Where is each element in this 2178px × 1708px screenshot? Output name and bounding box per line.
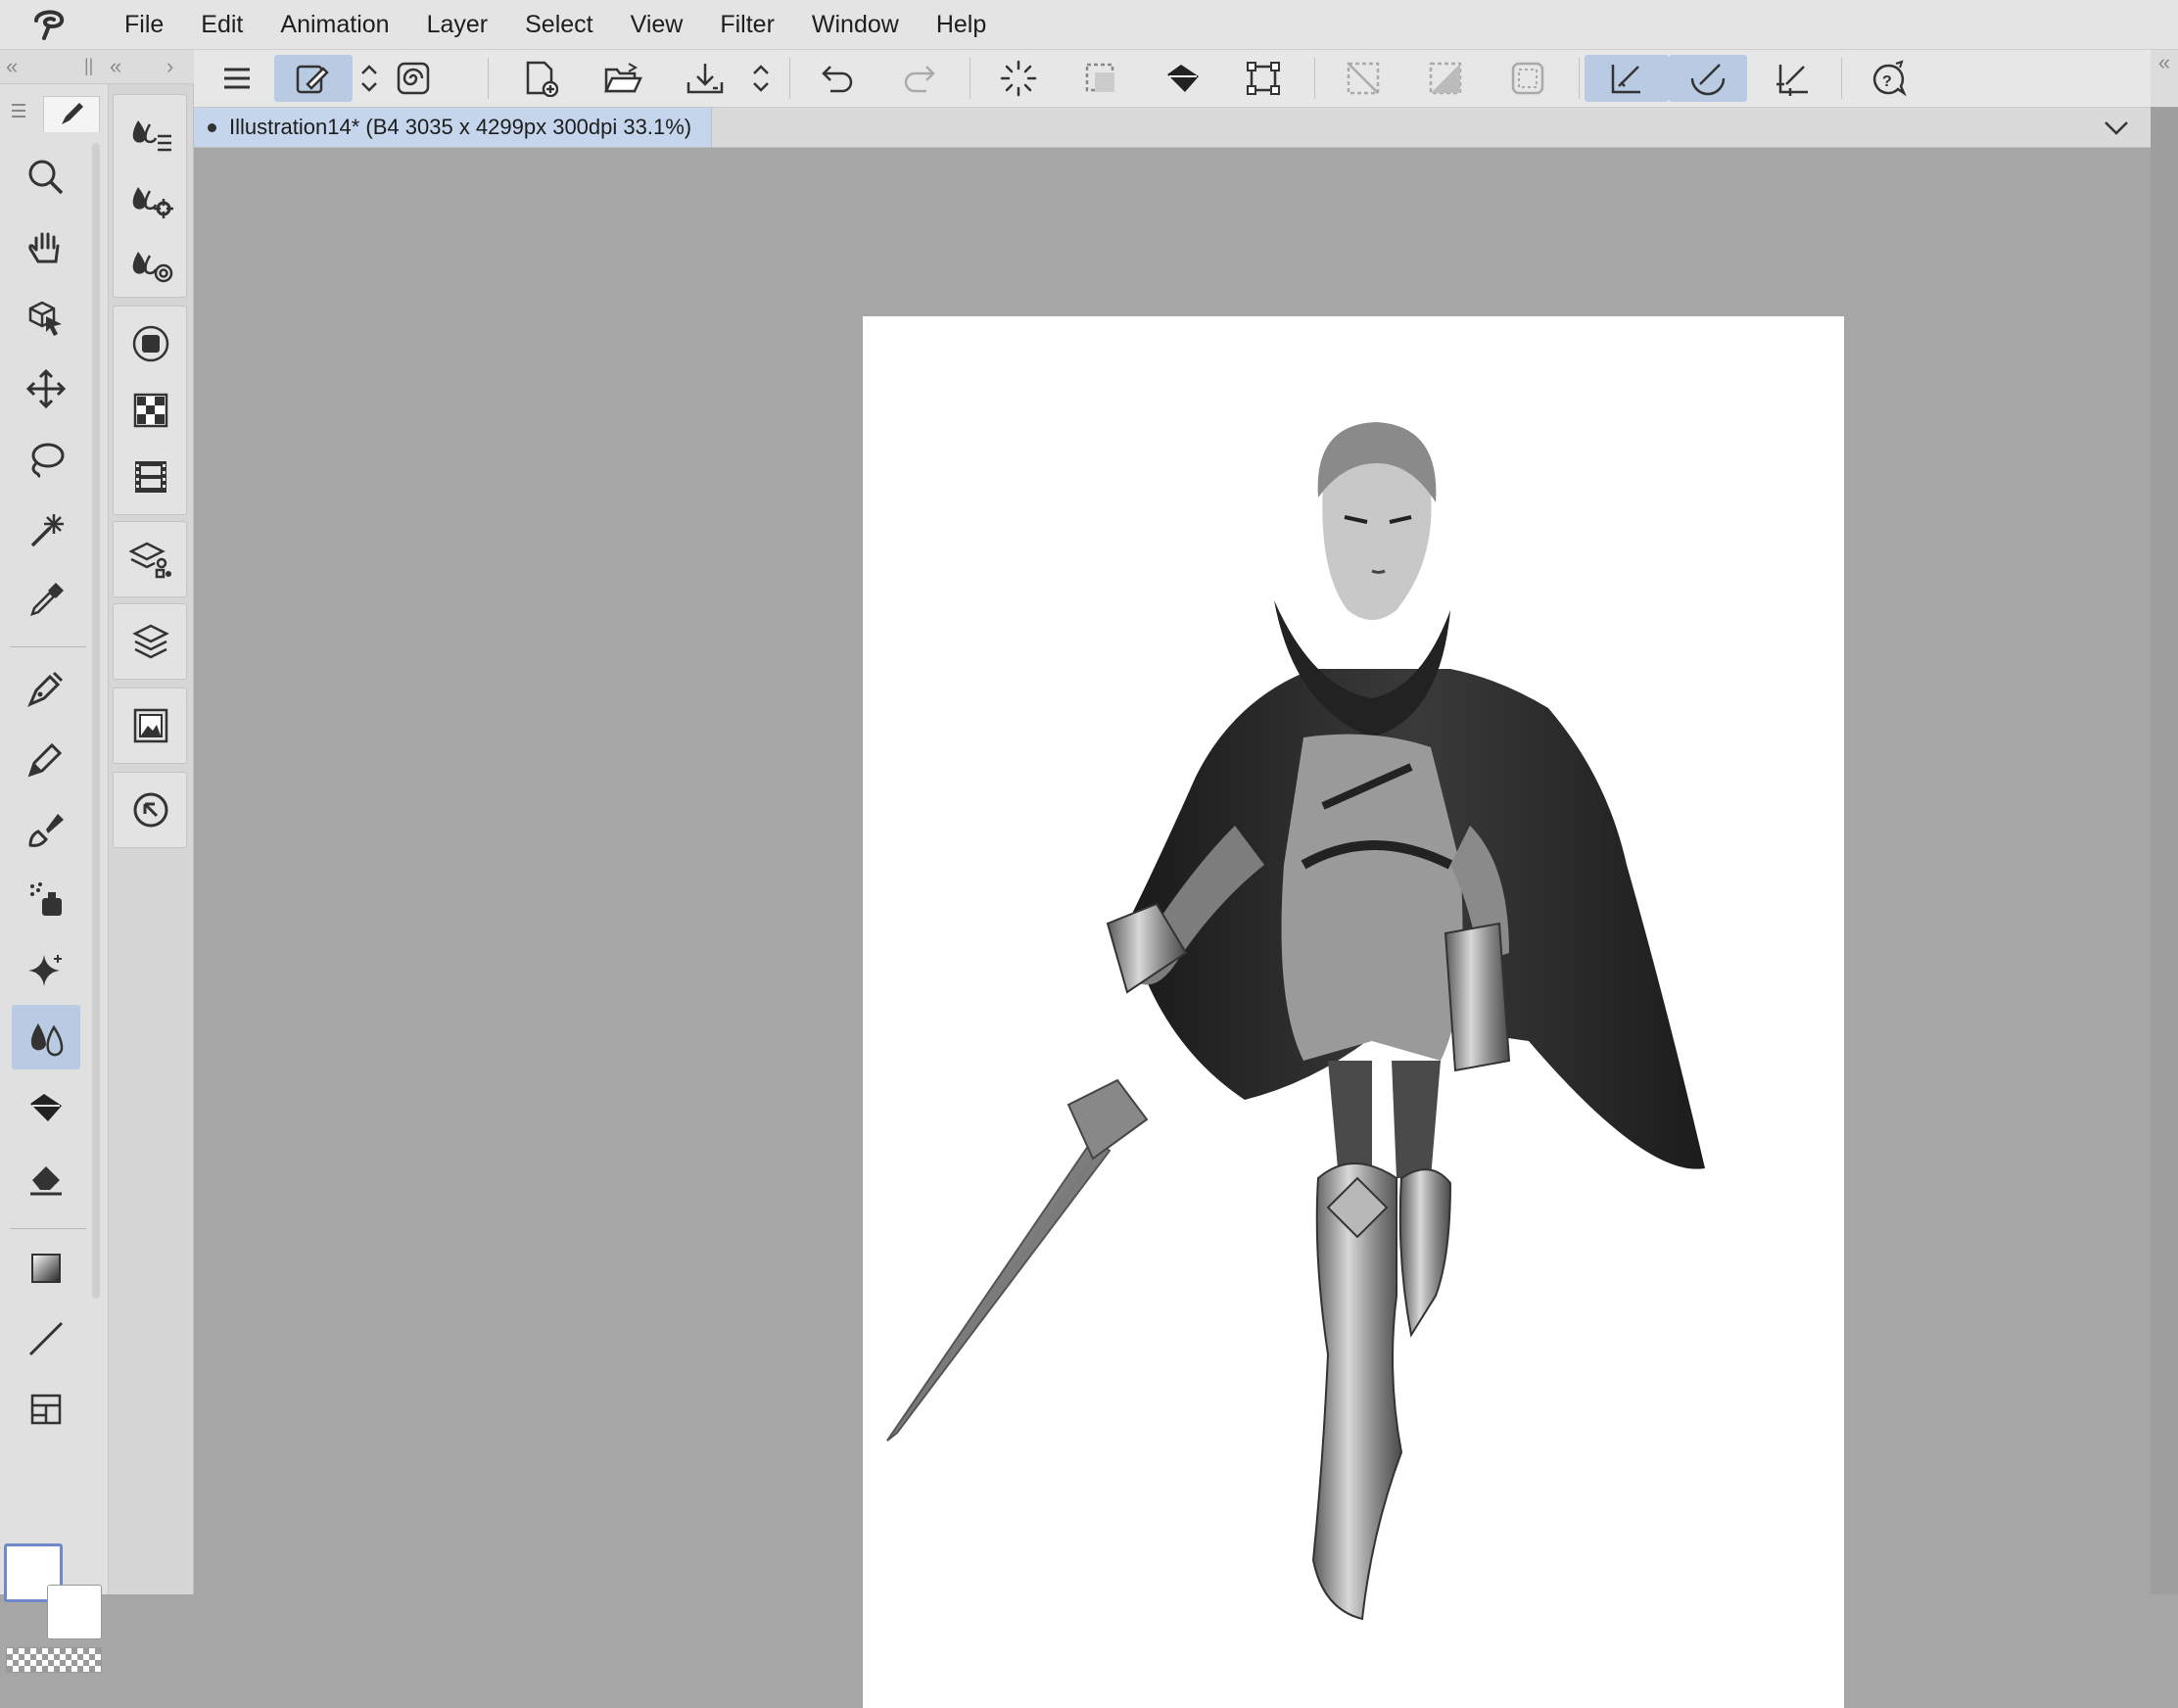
animation-timeline-icon[interactable] xyxy=(125,451,176,502)
palette-group-5 xyxy=(113,772,187,848)
move-icon[interactable] xyxy=(12,356,80,421)
document-tab-title: Illustration14* (B4 3035 x 4299px 300dpi… xyxy=(229,115,692,139)
svg-text:?: ? xyxy=(1882,73,1892,90)
hide-selection-icon[interactable] xyxy=(1340,55,1387,102)
command-bar: ? xyxy=(194,50,2151,108)
blend-target-icon[interactable] xyxy=(125,238,176,289)
palette-collapse-strip: « || « › xyxy=(0,50,194,84)
color-set-icon[interactable] xyxy=(125,385,176,436)
blend-icon[interactable] xyxy=(12,1005,80,1069)
palette-grip-icon[interactable]: || xyxy=(84,56,93,76)
eyedropper-icon[interactable] xyxy=(12,568,80,633)
redo-icon[interactable] xyxy=(895,55,942,102)
brush-icon[interactable] xyxy=(12,797,80,862)
snap-ruler-icon[interactable] xyxy=(1585,55,1669,102)
brush-settings-icon[interactable] xyxy=(274,55,353,102)
tool-palette xyxy=(0,84,109,1673)
palette-menu-icon[interactable] xyxy=(8,100,29,121)
object-select-icon[interactable] xyxy=(12,286,80,351)
tool-palette-tabs xyxy=(0,96,100,132)
collapse-subtool-icon[interactable]: « xyxy=(110,54,121,79)
search-icon[interactable] xyxy=(125,784,176,835)
zoom-icon[interactable] xyxy=(12,145,80,210)
line-icon[interactable] xyxy=(12,1306,80,1371)
blend-settings-icon[interactable] xyxy=(125,173,176,224)
layers-icon[interactable] xyxy=(125,616,176,667)
save-icon[interactable] xyxy=(682,55,729,102)
deselect-icon[interactable] xyxy=(1077,55,1124,102)
layer-property-icon[interactable] xyxy=(125,534,176,585)
artwork-illustration xyxy=(886,422,1705,1621)
palette-group-3 xyxy=(113,603,187,680)
snap-grid-icon[interactable] xyxy=(1769,55,1816,102)
menu-edit[interactable]: Edit xyxy=(182,0,261,49)
frame-icon[interactable] xyxy=(12,1377,80,1442)
expand-subtool-icon[interactable]: › xyxy=(166,54,173,79)
canvas-paper[interactable] xyxy=(863,316,1844,1708)
up-down-arrows-icon[interactable] xyxy=(355,55,384,102)
app-logo-icon[interactable] xyxy=(24,0,76,49)
tool-tab-pen-icon[interactable] xyxy=(43,96,100,132)
hand-icon[interactable] xyxy=(12,215,80,280)
menu-select[interactable]: Select xyxy=(506,0,611,49)
menu-animation[interactable]: Animation xyxy=(261,0,407,49)
menu-view[interactable]: View xyxy=(612,0,702,49)
palette-group-1 xyxy=(113,306,187,515)
gradient-icon[interactable] xyxy=(12,1236,80,1301)
blend-list-icon[interactable] xyxy=(125,107,176,158)
menu-icon[interactable] xyxy=(213,55,260,102)
tool-palette-scrollbar[interactable] xyxy=(92,143,100,1299)
snap-special-ruler-icon[interactable] xyxy=(1669,55,1747,102)
save-options-icon[interactable] xyxy=(746,55,776,102)
menu-file[interactable]: File xyxy=(106,0,182,49)
document-tab-bar: Illustration14* (B4 3035 x 4299px 300dpi… xyxy=(194,108,2151,148)
transform-icon[interactable] xyxy=(1240,55,1287,102)
unsaved-dot-icon xyxy=(208,123,216,132)
chevron-down-icon[interactable] xyxy=(2102,114,2131,141)
pencil-icon[interactable] xyxy=(12,727,80,791)
menu-help[interactable]: Help xyxy=(918,0,1005,49)
menu-layer[interactable]: Layer xyxy=(408,0,507,49)
sub-tool-group xyxy=(113,94,187,298)
expand-selection-icon[interactable] xyxy=(1504,55,1551,102)
palette-group-2 xyxy=(113,521,187,597)
eraser-icon[interactable] xyxy=(12,1146,80,1210)
right-collapse-icon[interactable]: « xyxy=(2151,50,2178,107)
decoration-icon[interactable] xyxy=(12,938,80,1003)
pen-icon[interactable] xyxy=(12,656,80,721)
invert-selection-icon[interactable] xyxy=(1422,55,1469,102)
right-panel-edge xyxy=(2151,108,2178,1594)
new-file-icon[interactable] xyxy=(517,55,564,102)
menu-window[interactable]: Window xyxy=(793,0,918,49)
tool-property-icon[interactable] xyxy=(125,318,176,369)
navigator-icon[interactable] xyxy=(125,700,176,751)
airbrush-icon[interactable] xyxy=(12,868,80,932)
sub-color-swatch[interactable] xyxy=(47,1585,102,1639)
transparent-color-swatch[interactable] xyxy=(6,1647,102,1673)
sub-palette-bar xyxy=(109,84,194,1594)
menu-filter[interactable]: Filter xyxy=(701,0,793,49)
undo-icon[interactable] xyxy=(815,55,862,102)
menu-bar: File Edit Animation Layer Select View Fi… xyxy=(0,0,2178,50)
fill-icon[interactable] xyxy=(1160,55,1207,102)
canvas-area[interactable] xyxy=(194,148,2151,1708)
spiral-icon[interactable] xyxy=(390,55,437,102)
fill-tool-icon[interactable] xyxy=(12,1075,80,1140)
open-folder-icon[interactable] xyxy=(599,55,646,102)
loading-icon[interactable] xyxy=(995,55,1042,102)
lasso-icon[interactable] xyxy=(12,427,80,492)
help-icon[interactable]: ? xyxy=(1865,55,1912,102)
document-tab[interactable]: Illustration14* (B4 3035 x 4299px 300dpi… xyxy=(194,108,713,147)
palette-group-4 xyxy=(113,688,187,764)
collapse-left-icon[interactable]: « xyxy=(6,54,18,79)
magic-wand-icon[interactable] xyxy=(12,498,80,562)
